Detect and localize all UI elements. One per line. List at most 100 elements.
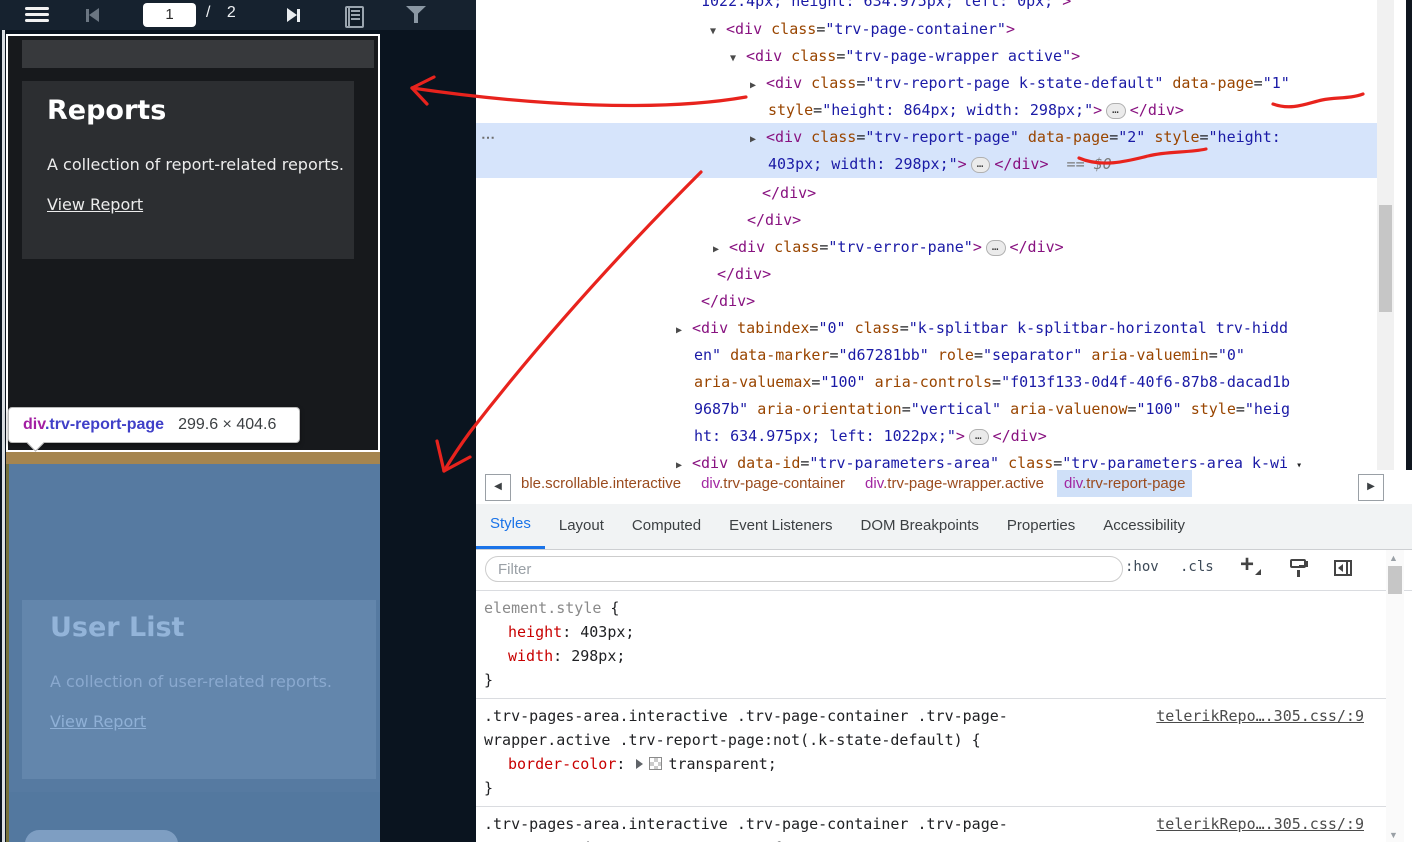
breadcrumb: ◀ ble.scrollable.interactive div.trv-page… xyxy=(476,470,1412,504)
user-list-card-title: User List xyxy=(50,612,185,643)
collapsed-content-icon[interactable]: … xyxy=(985,240,1006,256)
scroll-button[interactable] xyxy=(25,830,178,842)
user-list-card: User List A collection of user-related r… xyxy=(22,600,376,779)
dom-tree-line[interactable]: ▶ <div class="trv-report-page k-state-def… xyxy=(750,70,1290,97)
css-selector: wrapper.active .trv-report-page { xyxy=(484,836,1378,842)
elements-tree: ⋯ 1022.4px; height: 634.975px; left: 0px… xyxy=(476,0,1412,471)
tab-computed[interactable]: Computed xyxy=(618,504,715,549)
tab-accessibility[interactable]: Accessibility xyxy=(1089,504,1199,549)
scroll-down-icon[interactable]: ▼ xyxy=(1389,830,1398,840)
css-property[interactable]: height: 403px; xyxy=(484,620,1378,644)
stylesheet-link[interactable]: telerikRepo….305.css/:9 xyxy=(1156,704,1364,728)
tooltip-dimensions: 299.6 × 404.6 xyxy=(178,416,277,433)
menu-icon[interactable] xyxy=(25,7,49,25)
css-rule-block: .trv-pages-area.interactive .trv-page-co… xyxy=(476,699,1386,807)
dom-tree-line[interactable]: </div> xyxy=(701,288,755,315)
styles-pane: :hov .cls + element.style {height: 403px… xyxy=(476,550,1412,842)
expand-arrow-icon[interactable]: ▶ xyxy=(750,72,766,99)
inspect-tooltip: div.trv-report-page 299.6 × 404.6 xyxy=(8,407,300,452)
breadcrumb-item[interactable]: ble.scrollable.interactive xyxy=(514,470,688,497)
expand-arrow-icon[interactable]: ▼ xyxy=(730,45,746,72)
styles-scrollbar-thumb[interactable] xyxy=(1388,566,1402,594)
tooltip-tag: div xyxy=(23,416,45,433)
css-selector: wrapper.active .trv-report-page:not(.k-s… xyxy=(484,731,981,749)
dom-tree-line[interactable]: </div> xyxy=(762,180,816,207)
collapsed-content-icon[interactable]: … xyxy=(970,157,991,173)
user-list-card-description: A collection of user-related reports. xyxy=(50,672,333,691)
sidebar-tabs: Styles Layout Computed Event Listeners DOM B… xyxy=(476,504,1412,550)
reports-card-description: A collection of report-related reports. xyxy=(47,155,344,174)
dom-tree-line[interactable]: ▶ <div class="trv-report-page" data-page=… xyxy=(750,124,1281,151)
dom-tree-line[interactable]: 9687b" aria-orientation="vertical" aria-… xyxy=(694,396,1290,423)
breadcrumb-forward-icon[interactable]: ▶ xyxy=(1358,474,1384,501)
scroll-up-icon[interactable]: ▲ xyxy=(1389,553,1398,563)
node-drag-handle-icon[interactable]: ⋯ xyxy=(481,124,496,151)
filter-funnel-icon[interactable] xyxy=(406,6,426,23)
css-rule-block: element.style {height: 403px; width: 298p… xyxy=(476,591,1386,699)
dom-tree-line[interactable]: 403px; width: 298px;">… </div> == $0 xyxy=(768,151,1112,178)
toggle-sidebar-icon[interactable] xyxy=(1332,557,1354,579)
tab-dom-breakpoints[interactable]: DOM Breakpoints xyxy=(847,504,993,549)
window-edge xyxy=(1406,0,1412,506)
user-list-view-report-link[interactable]: View Report xyxy=(50,712,146,731)
dom-tree-line[interactable]: ▶ <div tabindex="0" class="k-splitbar k-s… xyxy=(676,315,1288,342)
last-page-icon[interactable] xyxy=(287,8,300,22)
dom-tree-line[interactable]: 1022.4px; height: 634.975px; left: 0px;"… xyxy=(701,0,1071,15)
expand-arrow-icon[interactable]: ▶ xyxy=(676,452,692,470)
css-rule-block: .trv-pages-area.interactive .trv-page-co… xyxy=(476,807,1386,842)
breadcrumb-item[interactable]: div.trv-report-page xyxy=(1057,470,1193,497)
expand-color-icon[interactable] xyxy=(636,759,644,769)
transparent-color-swatch-icon[interactable] xyxy=(649,757,663,770)
tab-properties[interactable]: Properties xyxy=(993,504,1089,549)
reports-view-report-link[interactable]: View Report xyxy=(47,195,143,214)
document-map-icon[interactable] xyxy=(345,6,364,28)
breadcrumb-back-icon[interactable]: ◀ xyxy=(485,474,511,501)
screenshot-root: 1 / 2 Reports A collection of report-rel… xyxy=(0,0,1412,842)
dom-tree-line[interactable]: </div> xyxy=(747,207,801,234)
tab-layout[interactable]: Layout xyxy=(545,504,618,549)
dom-tree-line[interactable]: ▶ <div data-id="trv-parameters-area" clas… xyxy=(676,450,1302,470)
page-number-input[interactable]: 1 xyxy=(143,3,196,27)
report-viewer: 1 / 2 Reports A collection of report-rel… xyxy=(0,0,476,842)
expand-arrow-icon[interactable]: ▶ xyxy=(713,236,729,263)
dom-tree-line[interactable]: </div> xyxy=(717,261,771,288)
dom-tree-line[interactable]: ht: 634.975px; left: 1022px;">… </div> xyxy=(694,423,1047,450)
paint-roller-icon[interactable] xyxy=(1288,557,1310,579)
new-style-rule-icon[interactable]: + xyxy=(1240,551,1262,579)
stylesheet-link[interactable]: telerikRepo….305.css/:9 xyxy=(1156,812,1364,836)
styles-filter-input[interactable] xyxy=(485,556,1123,582)
dom-tree-line[interactable]: aria-valuemax="100" aria-controls="f013f… xyxy=(694,369,1290,396)
toggle-element-state-button[interactable]: :hov xyxy=(1125,559,1159,575)
dom-tree-line[interactable]: style="height: 864px; width: 298px;">… </… xyxy=(768,97,1184,124)
page-total-label: / 2 xyxy=(206,4,242,21)
collapsed-content-icon[interactable]: … xyxy=(968,429,989,445)
tab-event-listeners[interactable]: Event Listeners xyxy=(715,504,846,549)
reports-card: Reports A collection of report-related r… xyxy=(22,81,354,259)
breadcrumb-item[interactable]: div.trv-page-wrapper.active xyxy=(858,470,1051,497)
devtools-margin-highlight xyxy=(6,452,380,464)
page1-header-strip xyxy=(22,40,374,68)
styles-filter-row: :hov .cls + xyxy=(476,550,1412,591)
expand-arrow-icon[interactable]: ▶ xyxy=(676,317,692,344)
tooltip-classes: .trv-report-page xyxy=(44,416,165,433)
reports-card-title: Reports xyxy=(47,95,167,126)
element-classes-button[interactable]: .cls xyxy=(1180,559,1214,575)
viewer-left-edge xyxy=(2,30,5,842)
elements-scrollbar-thumb[interactable] xyxy=(1379,205,1392,312)
viewer-toolbar: 1 / 2 xyxy=(0,0,476,30)
report-page-2-highlighted: User List A collection of user-related r… xyxy=(9,464,380,842)
breadcrumb-item[interactable]: div.trv-page-container xyxy=(694,470,852,497)
dom-tree-line[interactable]: en" data-marker="d67281bb" role="separat… xyxy=(694,342,1245,369)
expand-arrow-icon[interactable]: ▼ xyxy=(710,18,726,45)
report-page-1: Reports A collection of report-related r… xyxy=(6,34,380,452)
dom-tree-line[interactable]: ▼ <div class="trv-page-wrapper active"> xyxy=(730,43,1080,70)
first-page-icon[interactable] xyxy=(86,8,99,22)
css-property[interactable]: border-color: transparent; xyxy=(484,752,1378,776)
tab-styles[interactable]: Styles xyxy=(476,504,545,549)
dom-tree-line[interactable]: ▼ <div class="trv-page-container"> xyxy=(710,16,1015,43)
css-property[interactable]: width: 298px; xyxy=(484,644,1378,668)
devtools-panel: ⋯ 1022.4px; height: 634.975px; left: 0px… xyxy=(476,0,1412,842)
dom-tree-line[interactable]: ▶ <div class="trv-error-pane">… </div> xyxy=(713,234,1064,261)
collapsed-content-icon[interactable]: … xyxy=(1106,103,1126,119)
expand-arrow-icon[interactable]: ▶ xyxy=(750,126,766,153)
